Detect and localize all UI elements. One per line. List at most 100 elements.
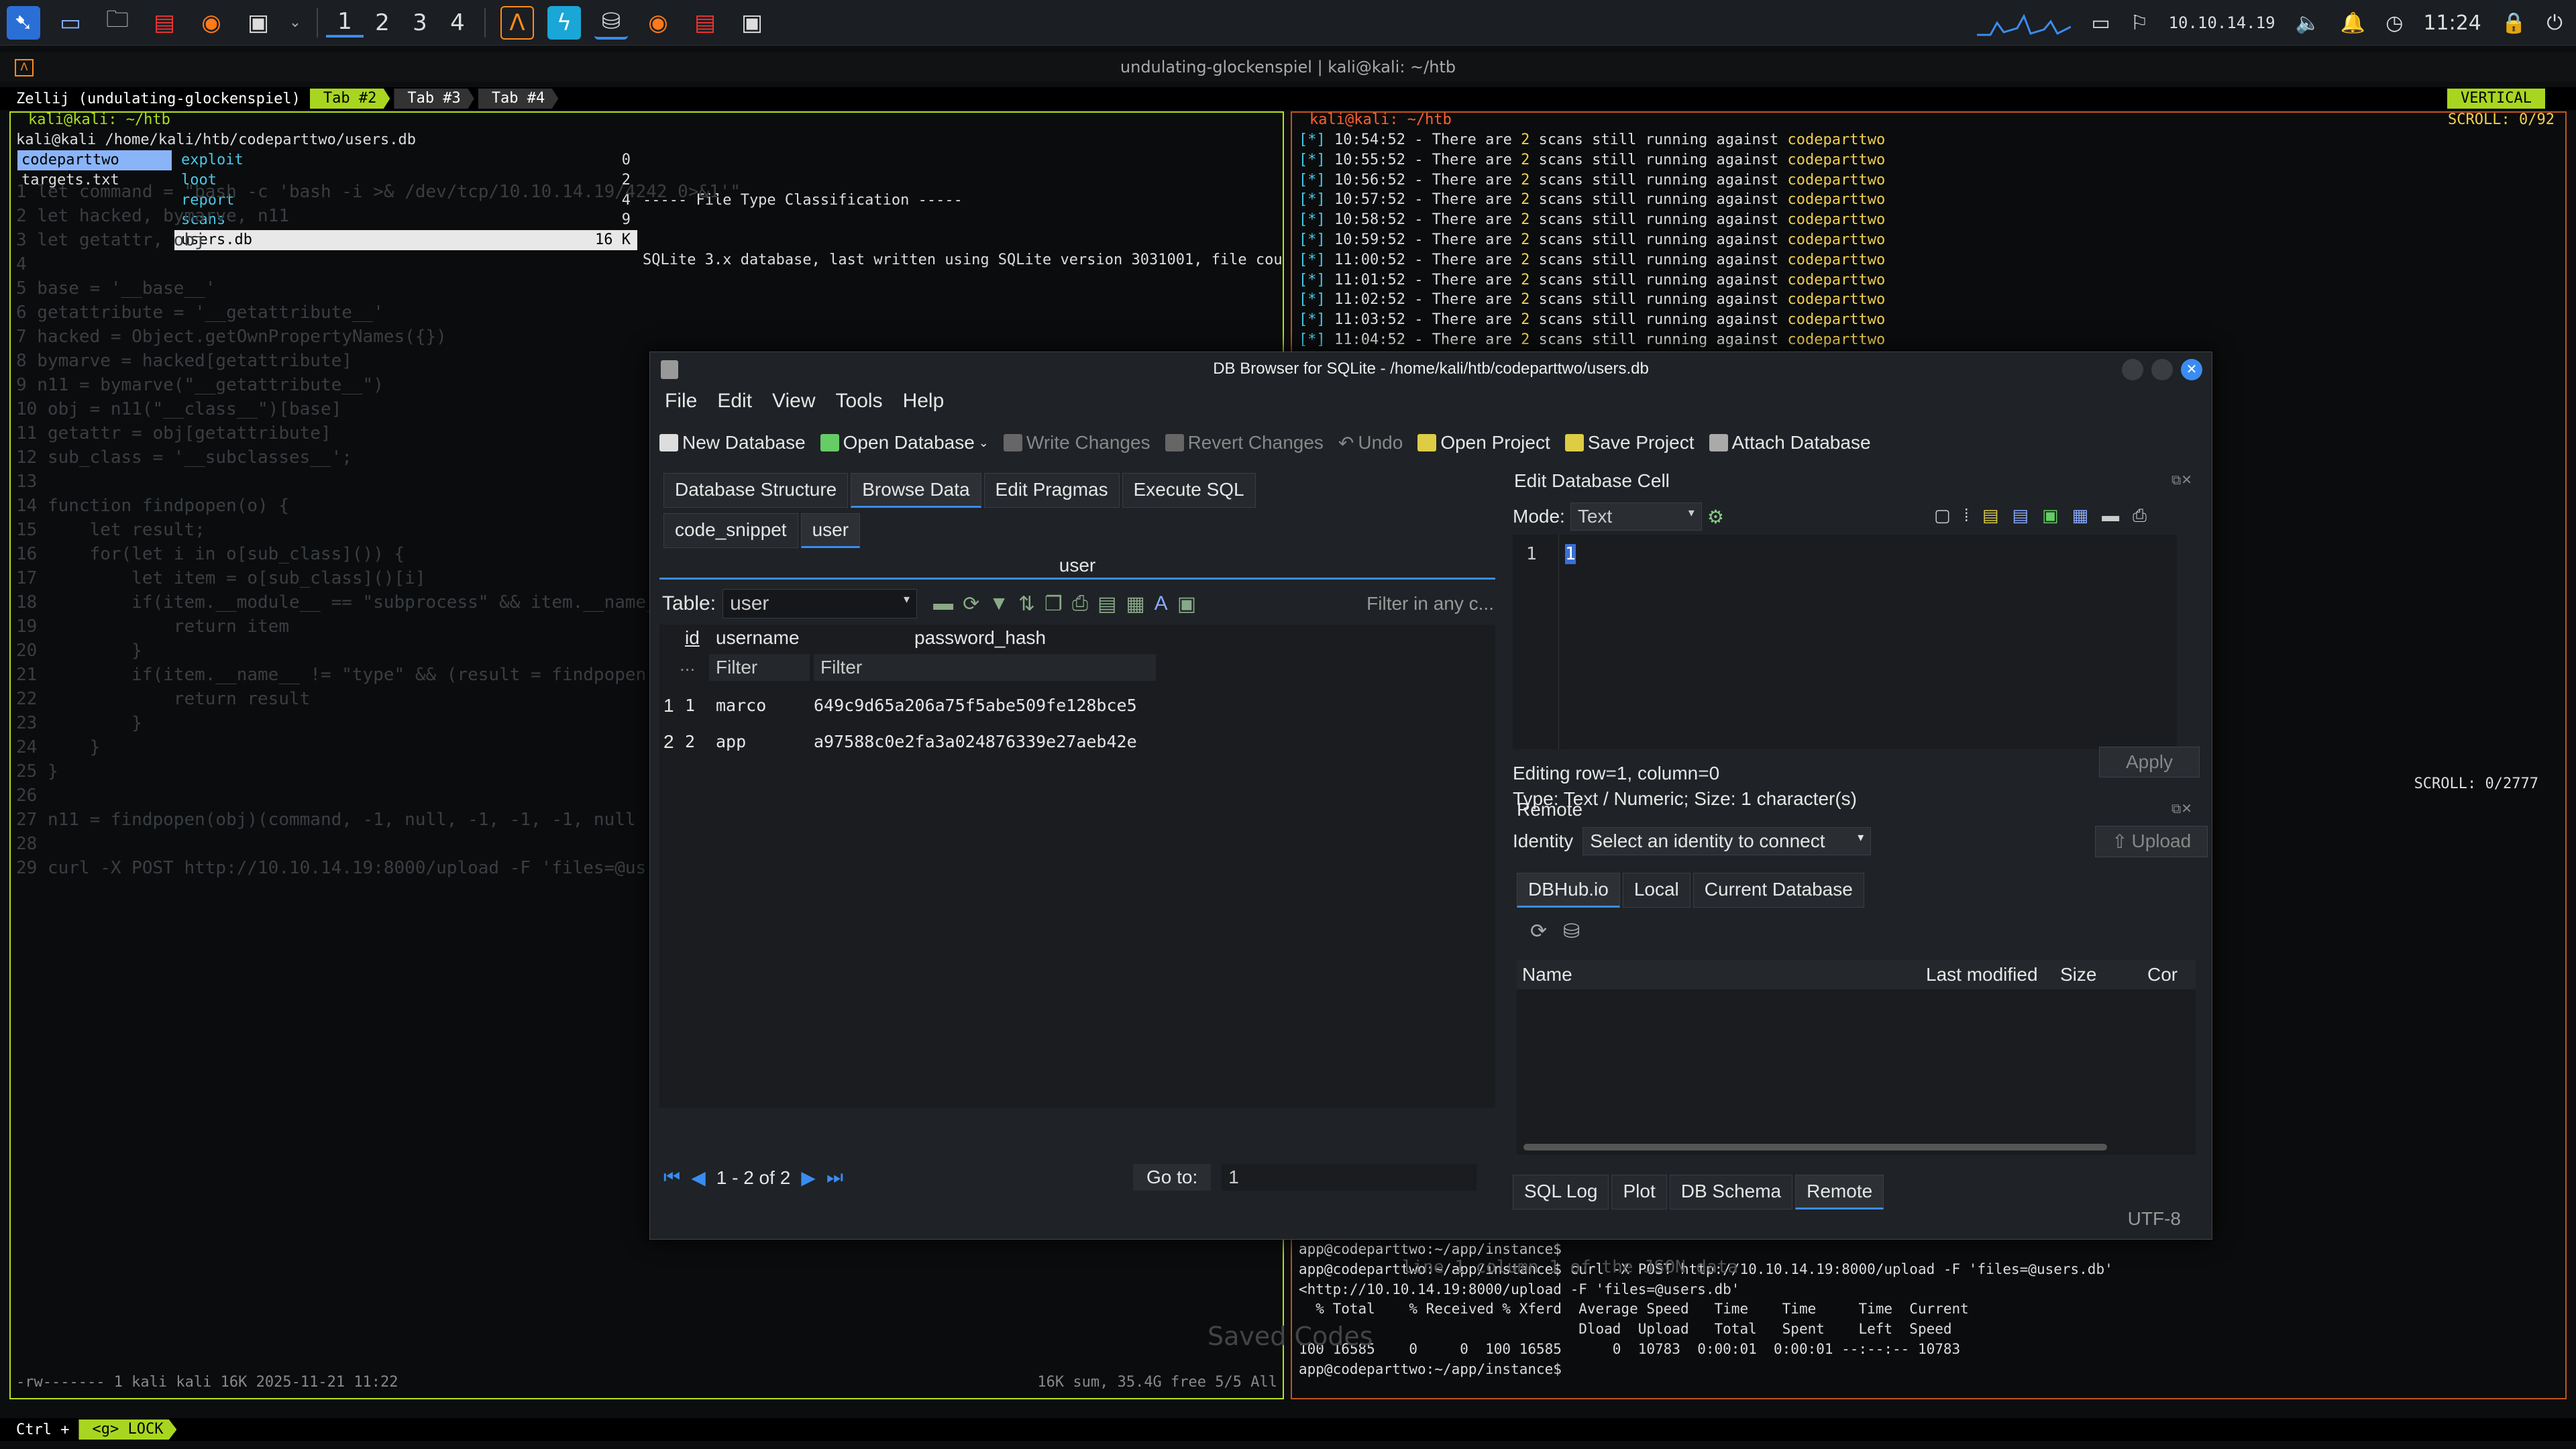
delete-record-icon[interactable]: ▦: [1126, 592, 1144, 616]
col-id[interactable]: id: [685, 627, 700, 649]
goto-input[interactable]: 1: [1222, 1164, 1477, 1191]
table-row[interactable]: 2 2 app a97588c0e2fa3a024876339e27aeb42e: [659, 724, 1495, 760]
horizontal-scrollbar[interactable]: [1523, 1144, 2107, 1150]
kali-menu-icon[interactable]: ➷: [7, 5, 40, 40]
next-page-icon[interactable]: ▶: [801, 1167, 816, 1189]
zap-icon[interactable]: ϟ: [547, 5, 581, 40]
attach-database-button[interactable]: Attach Database: [1709, 432, 1871, 453]
vpn-icon[interactable]: ⚐: [2131, 11, 2149, 35]
insert-record-icon[interactable]: ▬: [933, 592, 953, 616]
cell-value[interactable]: 1: [1565, 544, 1576, 564]
workspace-1[interactable]: 1: [326, 8, 364, 38]
display-icon[interactable]: ▭: [2091, 11, 2110, 35]
mode-select[interactable]: Text ▾: [1570, 502, 1702, 531]
export-icon[interactable]: ▤: [2012, 505, 2029, 527]
tab-local[interactable]: Local: [1622, 873, 1690, 908]
revert-changes-button[interactable]: Revert Changes: [1165, 432, 1324, 453]
tab-dbhub[interactable]: DBHub.io: [1517, 873, 1620, 908]
tab-sql-log[interactable]: SQL Log: [1513, 1175, 1609, 1210]
clear-icon[interactable]: ▬: [2102, 505, 2119, 527]
cell-editor[interactable]: 1 1: [1513, 535, 2177, 749]
maximize-button[interactable]: [2151, 359, 2173, 380]
files-icon[interactable]: 🗀: [101, 6, 134, 40]
new-database-button[interactable]: New Database: [659, 432, 806, 453]
text-format-icon[interactable]: ▢: [1934, 505, 1951, 527]
apply-button[interactable]: Apply: [2099, 747, 2200, 777]
cell-password-hash[interactable]: 649c9d65a206a75f5abe509fe128bce5: [814, 688, 1137, 724]
pdf-icon[interactable]: ▤: [688, 6, 722, 40]
tab-4[interactable]: Tab #4: [478, 89, 559, 109]
open-project-button[interactable]: Open Project: [1417, 432, 1550, 453]
save-project-button[interactable]: Save Project: [1564, 432, 1695, 453]
word-wrap-icon[interactable]: ⁞: [1964, 505, 1969, 527]
filter-username[interactable]: Filter: [709, 654, 810, 681]
set-null-icon[interactable]: ▣: [2042, 505, 2059, 527]
minimize-button[interactable]: [2122, 359, 2143, 380]
col-username[interactable]: username: [716, 627, 800, 649]
new-record-icon[interactable]: ▤: [1097, 592, 1116, 616]
identity-select[interactable]: Select an identity to connect ▾: [1582, 827, 1872, 855]
power-icon[interactable]: ⏻: [2546, 11, 2563, 35]
open-database-button[interactable]: Open Database ⌄: [820, 432, 989, 453]
terminal-icon[interactable]: ▣: [735, 6, 769, 40]
write-changes-button[interactable]: Write Changes: [1003, 432, 1150, 453]
menu-help[interactable]: Help: [903, 390, 945, 413]
print-icon[interactable]: ⎙: [1072, 592, 1088, 616]
workspace-3[interactable]: 3: [401, 9, 439, 36]
chevron-down-icon[interactable]: ⌄: [288, 6, 302, 40]
settings-icon[interactable]: ⚙: [1707, 506, 1724, 528]
list-item[interactable]: exploit 0: [174, 150, 637, 170]
prev-page-icon[interactable]: ◀: [691, 1167, 706, 1189]
tab-database-structure[interactable]: Database Structure: [663, 473, 849, 508]
last-page-icon[interactable]: ⏭: [826, 1167, 843, 1189]
eval-icon[interactable]: ▦: [2072, 505, 2089, 527]
cell-username[interactable]: app: [716, 724, 746, 760]
copy-icon[interactable]: ❐: [1044, 592, 1063, 616]
workspace-2[interactable]: 2: [364, 9, 401, 36]
tab-current-database[interactable]: Current Database: [1693, 873, 1864, 908]
first-page-icon[interactable]: ⏮: [663, 1167, 680, 1189]
table-select[interactable]: user ▾: [722, 589, 918, 619]
tab-edit-pragmas[interactable]: Edit Pragmas: [983, 473, 1120, 508]
close-button[interactable]: ✕: [2181, 359, 2202, 380]
col-cor[interactable]: Cor: [2147, 964, 2178, 985]
tab-code-snippet[interactable]: code_snippet: [663, 513, 798, 548]
firefox-icon[interactable]: ◉: [195, 6, 228, 40]
cell-password-hash[interactable]: a97588c0e2fa3a024876339e27aeb42e: [814, 724, 1137, 760]
filter-icon[interactable]: ▼: [989, 592, 1009, 616]
firefox-icon[interactable]: ◉: [641, 6, 675, 40]
pdf-icon[interactable]: ▤: [148, 6, 181, 40]
burp-icon[interactable]: Λ: [500, 5, 534, 40]
sort-icon[interactable]: ⇅: [1018, 592, 1035, 616]
tab-browse-data[interactable]: Browse Data: [851, 473, 981, 508]
filter-any-input[interactable]: Filter in any c...: [1366, 593, 1494, 614]
list-item[interactable]: codeparttwo: [17, 150, 172, 170]
table-row[interactable]: 1 1 marco 649c9d65a206a75f5abe509fe128bc…: [659, 688, 1495, 724]
undo-button[interactable]: ↶ Undo: [1338, 432, 1403, 454]
tab-user[interactable]: user: [800, 513, 861, 548]
upload-button[interactable]: ⇧ Upload: [2095, 826, 2208, 857]
refresh-icon[interactable]: ⟳: [1530, 920, 1547, 943]
tab-db-schema[interactable]: DB Schema: [1669, 1175, 1793, 1210]
menu-edit[interactable]: Edit: [717, 390, 752, 413]
sql-icon[interactable]: ▣: [1177, 592, 1196, 616]
desktop-icon[interactable]: ▭: [54, 6, 87, 40]
col-last-modified[interactable]: Last modified: [1926, 964, 2038, 985]
import-icon[interactable]: ▤: [1982, 505, 1999, 527]
print-icon[interactable]: ⎙: [2133, 505, 2147, 527]
tab-2[interactable]: Tab #2: [309, 89, 390, 109]
terminal-icon[interactable]: ▣: [241, 6, 275, 40]
notification-icon[interactable]: 🔔: [2341, 11, 2365, 35]
menu-tools[interactable]: Tools: [836, 390, 883, 413]
menu-view[interactable]: View: [772, 390, 815, 413]
clone-icon[interactable]: ⛁: [1563, 920, 1580, 943]
sqlite-icon[interactable]: ⛁: [594, 6, 628, 40]
tab-execute-sql[interactable]: Execute SQL: [1122, 473, 1256, 508]
col-name[interactable]: Name: [1522, 964, 1572, 985]
menu-file[interactable]: File: [665, 390, 697, 413]
tab-remote[interactable]: Remote: [1795, 1175, 1884, 1210]
cell-username[interactable]: marco: [716, 688, 766, 724]
lock-icon[interactable]: 🔒: [2502, 11, 2526, 35]
refresh-icon[interactable]: ⟳: [963, 592, 979, 616]
cell-id[interactable]: 1: [685, 688, 695, 724]
